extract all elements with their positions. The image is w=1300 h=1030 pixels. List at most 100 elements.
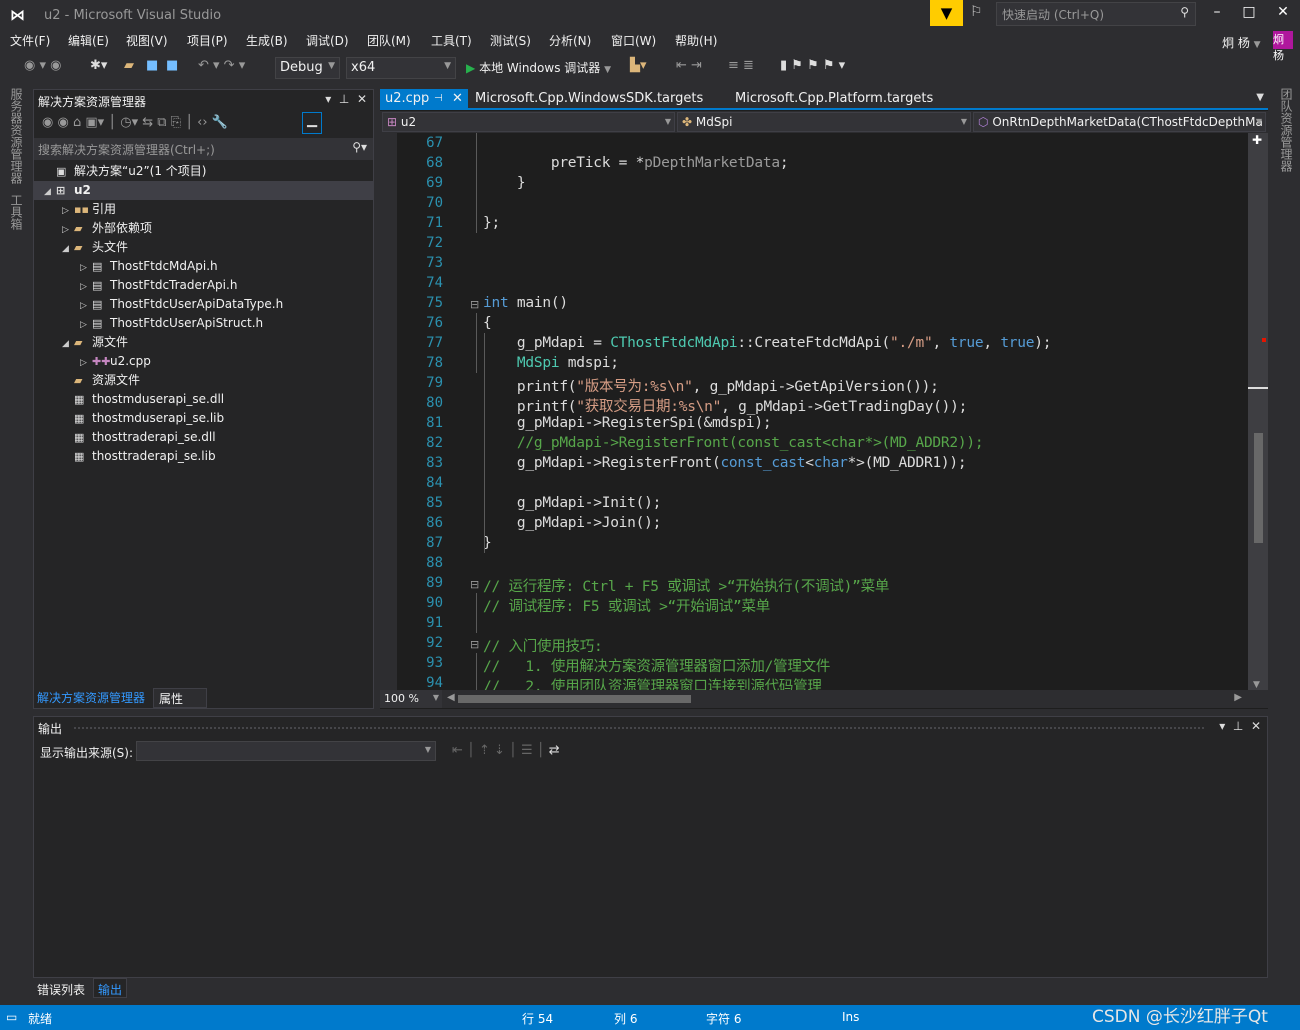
tree-item[interactable]: ▷ ▰ 外部依赖项	[62, 219, 152, 238]
menu-item[interactable]: 视图(V)	[126, 32, 168, 49]
class-icon: ✤	[682, 115, 693, 129]
output-source-select[interactable]: ▼	[136, 741, 436, 761]
tree-item[interactable]: ▰ 资源文件	[62, 371, 140, 390]
menu-item[interactable]: 帮助(H)	[675, 32, 717, 49]
class-dropdown[interactable]: ✤ MdSpi ▼	[677, 112, 971, 132]
find-in-files-icon[interactable]: ▙▾	[630, 58, 647, 73]
tab-overflow-icon[interactable]: ▼	[1256, 92, 1264, 103]
quick-launch-input[interactable]: 快速启动 (Ctrl+Q) ⚲	[996, 2, 1196, 26]
line-number: 78	[426, 355, 443, 371]
close-tab-icon[interactable]: ✕	[452, 91, 463, 106]
menu-item[interactable]: 调试(D)	[306, 32, 349, 49]
back-icon[interactable]: ◉ ▾ ◉	[24, 58, 61, 73]
menu-item[interactable]: 窗口(W)	[611, 32, 656, 49]
preview-toggle-icon[interactable]: ▁	[302, 112, 322, 134]
code-line: // 运行程序: Ctrl + F5 或调试 >“开始执行(不调试)”菜单	[483, 575, 889, 596]
code-line: // 调试程序: F5 或调试 >“开始调试”菜单	[483, 595, 770, 616]
tree-item[interactable]: ◢ ▰ 头文件	[62, 238, 128, 257]
tab-solution-explorer[interactable]: 解决方案资源管理器	[37, 689, 145, 706]
member-dropdown[interactable]: ⬡ OnRtnDepthMarketData(CThostFtdcDepthMa…	[973, 112, 1266, 132]
scroll-right-icon[interactable]: ▶	[1234, 692, 1242, 703]
expander-icon[interactable]: ◢	[62, 335, 74, 354]
panel-controls[interactable]: ▾ ⊥ ✕	[325, 92, 367, 106]
tree-item[interactable]: ◢ ▰ 源文件	[62, 333, 128, 352]
start-debugging-button[interactable]: ▶ 本地 Windows 调试器 ▼	[466, 59, 611, 76]
code-area[interactable]: 67 68 preTick = *pDepthMarketData; 69 } 70 7…	[380, 133, 1248, 690]
bookmark-icon[interactable]: ▮ ⚑ ⚑ ⚑ ▾	[780, 58, 845, 73]
nav-icons[interactable]: ◉ ◉ ⌂ ▣▾ │ ◷▾ ⇆ ⧉ ⎘ │ ‹› 🔧	[42, 115, 228, 130]
menu-item[interactable]: 团队(M)	[367, 32, 411, 49]
tree-item[interactable]: ▦ thosttraderapi_se.dll	[62, 428, 216, 447]
glyph-margin	[380, 133, 397, 690]
pin-icon[interactable]: ⊣	[434, 93, 443, 104]
maximize-button[interactable]: □	[1234, 4, 1264, 20]
scroll-left-icon[interactable]: ◀	[447, 692, 455, 703]
expander-icon[interactable]: ◢	[62, 240, 74, 259]
search-icon: ⚲▾	[352, 140, 367, 154]
configuration-select[interactable]: Debug ▼	[275, 57, 340, 79]
code-token: true	[1000, 335, 1035, 351]
server-explorer-tab[interactable]: 服务器资源管理器	[8, 88, 25, 184]
toolbox-tab[interactable]: 工具箱	[8, 194, 25, 230]
platform-select[interactable]: x64 ▼	[346, 57, 456, 79]
tab-platform-targets[interactable]: Microsoft.Cpp.Platform.targets	[730, 89, 938, 110]
panel-controls[interactable]: ▾ ⊥ ✕	[1219, 719, 1261, 733]
line-number: 92	[426, 635, 443, 651]
save-all-icon[interactable]: ■	[166, 58, 178, 73]
tab-output[interactable]: 输出	[93, 978, 128, 998]
save-icon[interactable]: ■	[146, 58, 158, 73]
notifications-icon[interactable]: ⚐	[970, 4, 983, 20]
scroll-down-icon[interactable]: ▼	[1253, 680, 1260, 690]
tree-item[interactable]: ▷ ▤ ThostFtdcUserApiDataType.h	[80, 295, 283, 314]
line-number: 77	[426, 335, 443, 351]
tree-item-label: u2	[74, 183, 91, 197]
vertical-scroll-thumb[interactable]	[1254, 433, 1263, 543]
tree-item[interactable]: ▷ ▪▪ 引用	[62, 200, 116, 219]
tree-item[interactable]: ▦ thostmduserapi_se.lib	[62, 409, 224, 428]
code-token: g_pMdapi->RegisterSpi(&mdspi);	[483, 415, 772, 431]
tree-item[interactable]: ▷ ▤ ThostFtdcMdApi.h	[80, 257, 218, 276]
avatar[interactable]: 炯杨	[1273, 31, 1293, 62]
close-button[interactable]: ✕	[1268, 4, 1298, 20]
tree-item[interactable]: ▦ thostmduserapi_se.dll	[62, 390, 224, 409]
fold-toggle-icon[interactable]: ⊟	[470, 298, 479, 311]
solution-explorer-search-input[interactable]: 搜索解决方案资源管理器(Ctrl+;) ⚲▾	[34, 138, 373, 160]
tree-item[interactable]: ◢ ⊞ u2	[34, 181, 373, 200]
menu-item[interactable]: 项目(P)	[187, 32, 228, 49]
undo-icon[interactable]: ↶ ▾ ↷ ▾	[198, 58, 245, 73]
tree-item[interactable]: ▷ ✚✚u2.cpp	[80, 352, 151, 371]
output-toolbar-icons[interactable]: ⇤ │ ⇡ ⇣ │ ☰ │ ⇄	[452, 743, 560, 758]
menu-item[interactable]: 生成(B)	[246, 32, 288, 49]
user-name[interactable]: 炯 杨 ▼	[1222, 34, 1261, 51]
tab-u2-cpp[interactable]: u2.cpp ⊣ ✕	[380, 89, 468, 110]
feedback-filter-icon[interactable]: ▼	[930, 0, 963, 26]
fold-toggle-icon[interactable]: ⊟	[470, 638, 479, 651]
new-project-icon[interactable]: ✱▾	[90, 58, 107, 73]
tree-item[interactable]: ▷ ▤ ThostFtdcUserApiStruct.h	[80, 314, 263, 333]
tree-item[interactable]: ▣ 解决方案“u2”(1 个项目)	[44, 162, 207, 181]
step-icons[interactable]: ⇤ ⇥	[676, 58, 702, 73]
menu-item[interactable]: 测试(S)	[490, 32, 531, 49]
vertical-scrollbar[interactable]: ✚ ▼	[1248, 133, 1268, 690]
tree-item[interactable]: ▦ thosttraderapi_se.lib	[62, 447, 216, 466]
team-explorer-tab[interactable]: 团队资源管理器	[1278, 88, 1295, 172]
zoom-select[interactable]: 100 % ▼	[380, 690, 442, 708]
menu-item[interactable]: 分析(N)	[549, 32, 591, 49]
menu-item[interactable]: 编辑(E)	[68, 32, 109, 49]
tree-item-label: 源文件	[92, 335, 129, 349]
project-dropdown[interactable]: ⊞ u2 ▼	[382, 112, 675, 132]
menu-item[interactable]: 工具(T)	[431, 32, 472, 49]
tab-windowssdk-targets[interactable]: Microsoft.Cpp.WindowsSDK.targets	[470, 89, 708, 110]
tree-item[interactable]: ▷ ▤ ThostFtdcTraderApi.h	[80, 276, 237, 295]
tab-error-list[interactable]: 错误列表	[37, 981, 85, 998]
minimize-button[interactable]: –	[1202, 4, 1232, 20]
horizontal-scroll-thumb[interactable]	[458, 695, 691, 703]
fold-toggle-icon[interactable]: ⊟	[470, 578, 479, 591]
tab-properties[interactable]: 属性	[153, 688, 207, 708]
open-file-icon[interactable]: ▰	[124, 58, 134, 73]
menu-item[interactable]: 文件(F)	[10, 32, 50, 49]
menu-bar: 文件(F) 编辑(E) 视图(V) 项目(P) 生成(B) 调试(D) 团队(M) 工具(T)…	[0, 32, 1300, 52]
expander-icon[interactable]: ◢	[44, 183, 56, 202]
split-icon[interactable]: ✚	[1252, 133, 1262, 147]
comment-icons[interactable]: ≡ ≣	[728, 58, 754, 73]
